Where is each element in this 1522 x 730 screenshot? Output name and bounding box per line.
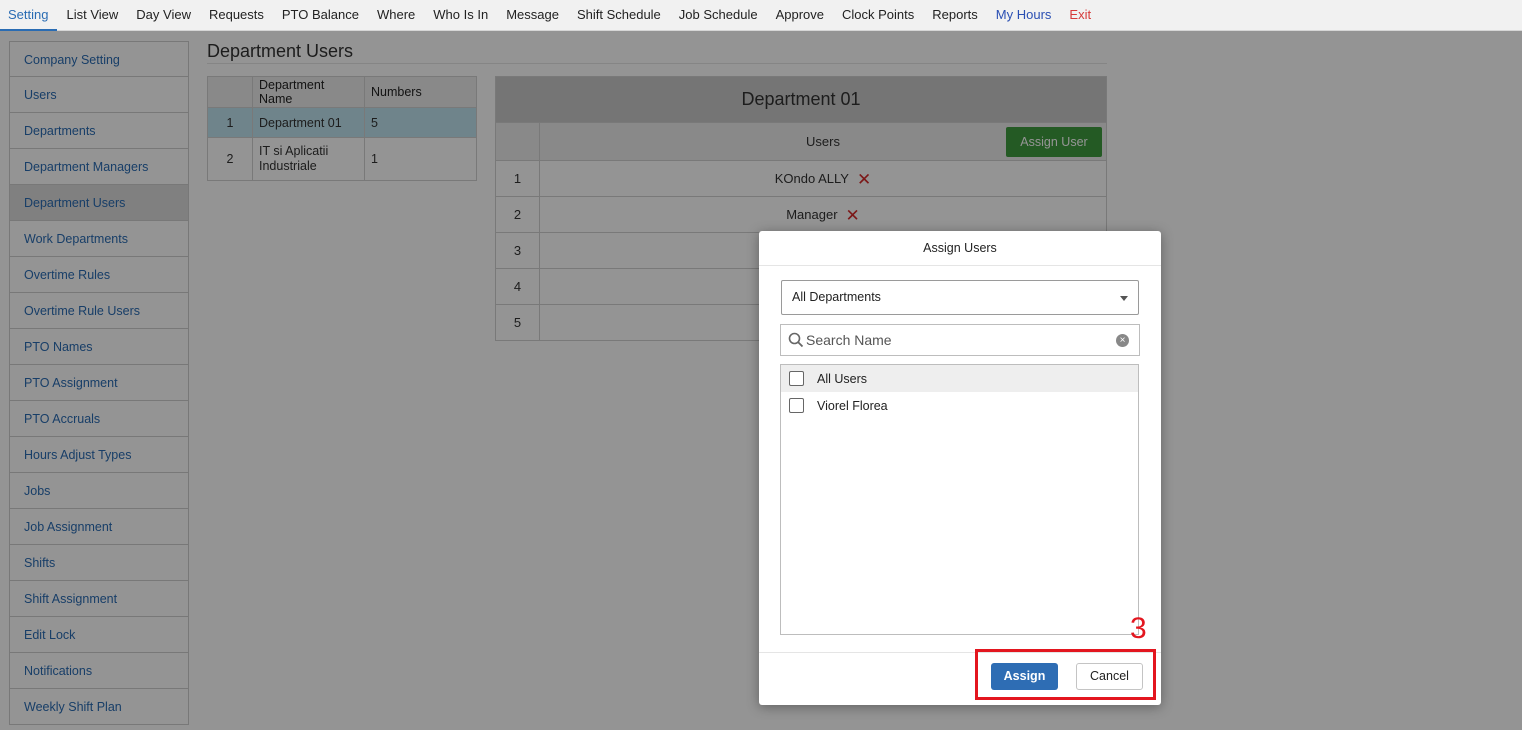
checkbox[interactable] (789, 398, 804, 413)
user-checkbox-list: All Users Viorel Florea (780, 364, 1139, 635)
nav-reports[interactable]: Reports (923, 0, 987, 31)
nav-shift-schedule[interactable]: Shift Schedule (568, 0, 670, 31)
nav-who-is-in[interactable]: Who Is In (424, 0, 497, 31)
dialog-title: Assign Users (759, 231, 1161, 266)
nav-message[interactable]: Message (497, 0, 568, 31)
list-item-label: Viorel Florea (817, 398, 888, 413)
search-icon (788, 332, 804, 348)
caret-down-icon (1120, 296, 1128, 301)
annotation-highlight-box (975, 649, 1156, 700)
nav-my-hours[interactable]: My Hours (987, 0, 1061, 31)
assign-users-dialog: Assign Users All Departments × All Users… (759, 231, 1161, 705)
nav-where[interactable]: Where (368, 0, 424, 31)
checkbox[interactable] (789, 371, 804, 386)
nav-setting[interactable]: Setting (0, 0, 58, 31)
list-item[interactable]: Viorel Florea (781, 392, 1138, 419)
list-item-label: All Users (817, 371, 868, 386)
nav-clock-points[interactable]: Clock Points (833, 0, 923, 31)
list-item-all-users[interactable]: All Users (781, 365, 1138, 392)
annotation-step-number: 3 (1130, 612, 1147, 645)
nav-requests[interactable]: Requests (200, 0, 273, 31)
search-name-input[interactable] (806, 325, 1106, 355)
nav-approve[interactable]: Approve (767, 0, 833, 31)
nav-job-schedule[interactable]: Job Schedule (670, 0, 767, 31)
department-select-value: All Departments (792, 290, 881, 304)
nav-day-view[interactable]: Day View (127, 0, 200, 31)
department-select[interactable]: All Departments (781, 280, 1139, 315)
clear-search-icon[interactable]: × (1116, 334, 1129, 347)
search-box: × (780, 324, 1140, 356)
nav-list-view[interactable]: List View (57, 0, 127, 31)
top-nav: Setting List View Day View Requests PTO … (0, 0, 1522, 31)
nav-exit[interactable]: Exit (1060, 0, 1100, 31)
nav-pto-balance[interactable]: PTO Balance (273, 0, 368, 31)
